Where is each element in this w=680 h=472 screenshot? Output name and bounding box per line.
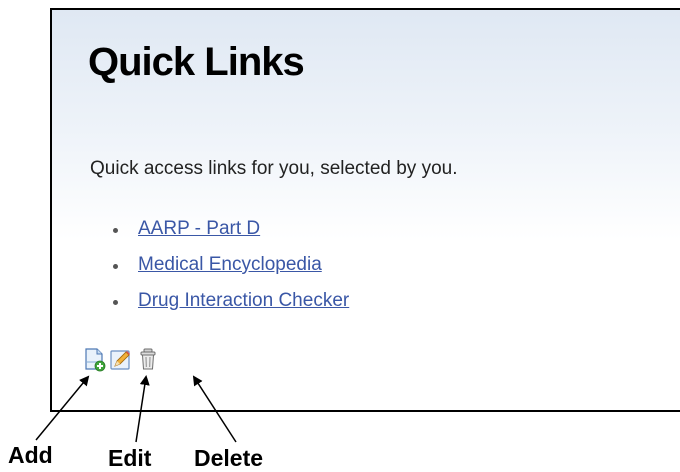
screenshot-stage: Quick Links Quick access links for you, …: [0, 0, 680, 472]
quick-links-list: AARP - Part D Medical Encyclopedia Drug …: [110, 218, 349, 326]
widget-description: Quick access links for you, selected by …: [90, 158, 458, 179]
link-medical-encyclopedia[interactable]: Medical Encyclopedia: [138, 254, 322, 275]
add-page-icon: [85, 348, 106, 372]
edit-link-button[interactable]: [110, 348, 132, 372]
add-callout-label: Add: [8, 442, 53, 468]
link-drug-interaction-checker[interactable]: Drug Interaction Checker: [138, 290, 349, 311]
link-aarp-part-d[interactable]: AARP - Part D: [138, 218, 260, 239]
delete-link-button[interactable]: [138, 348, 160, 372]
delete-callout-label: Delete: [194, 445, 264, 471]
list-item: Drug Interaction Checker: [112, 290, 349, 326]
add-link-button[interactable]: [84, 348, 106, 372]
edit-callout-label: Edit: [108, 445, 152, 471]
widget-title: Quick Links: [88, 40, 305, 84]
pencil-edit-icon: [110, 350, 130, 370]
list-item: Medical Encyclopedia: [112, 254, 349, 290]
list-item: AARP - Part D: [112, 218, 349, 254]
quick-links-panel: Quick Links Quick access links for you, …: [50, 8, 680, 412]
trash-can-icon: [140, 348, 156, 370]
